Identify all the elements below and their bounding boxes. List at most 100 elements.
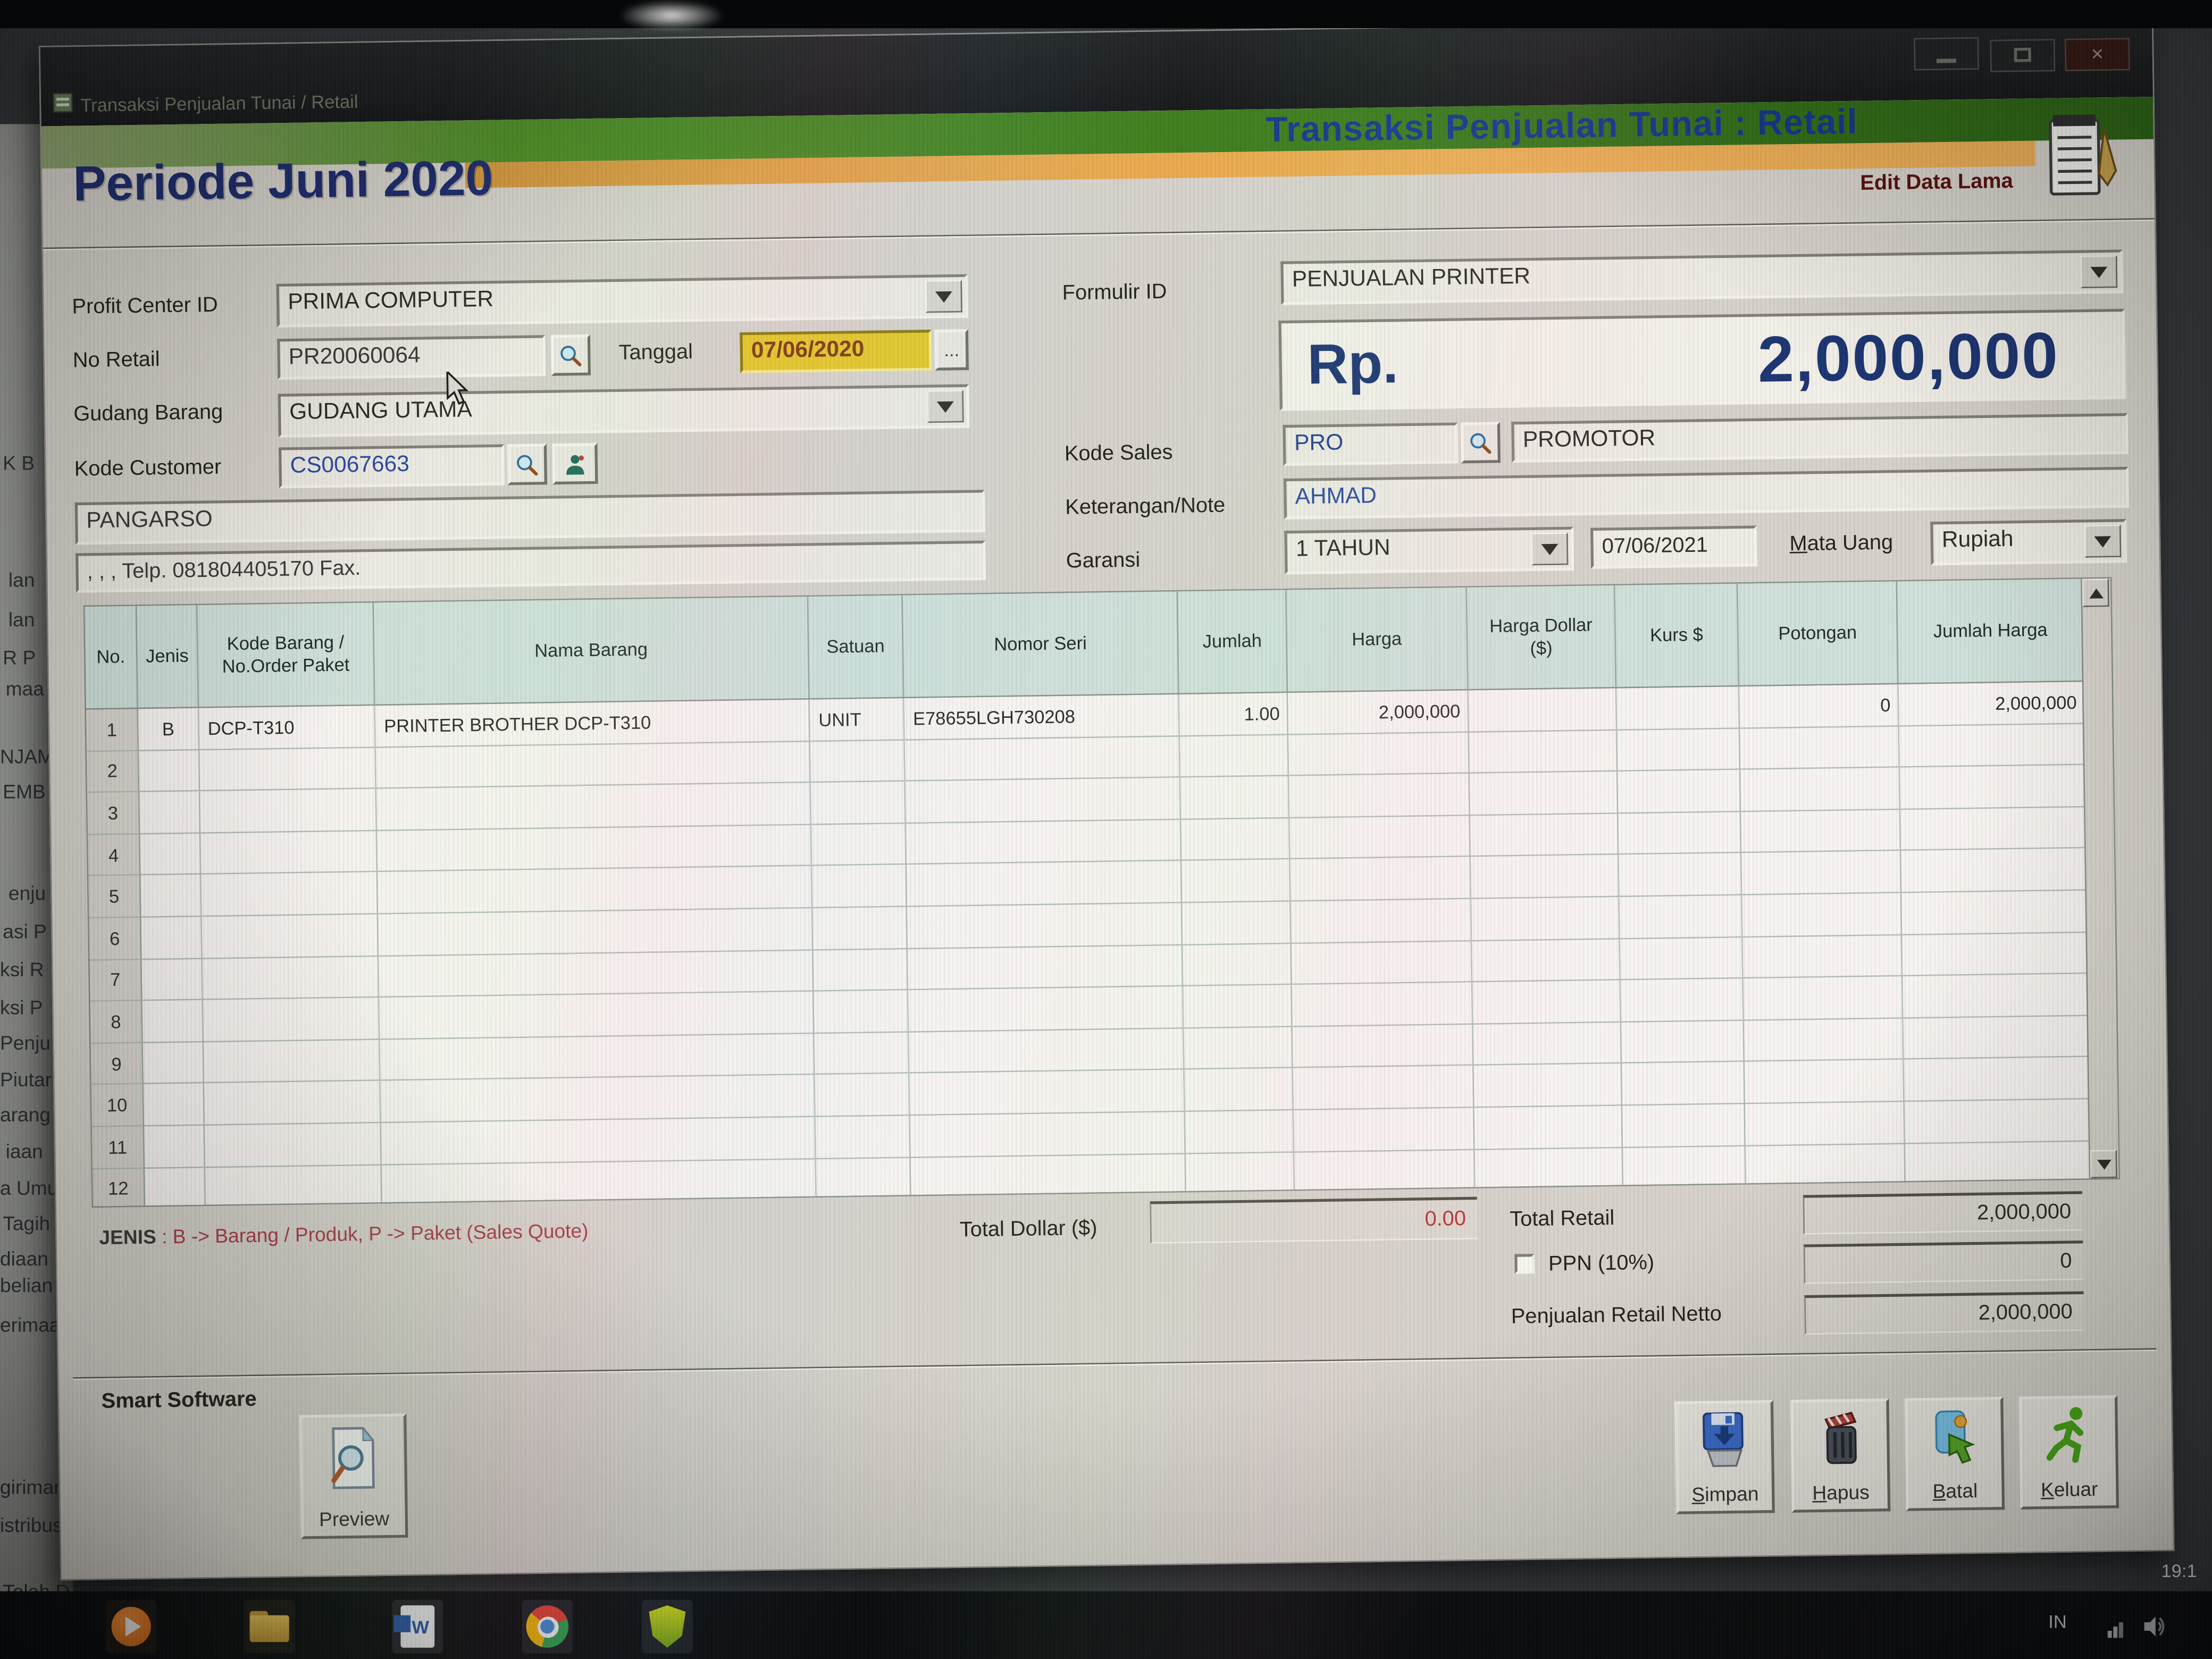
grid-cell[interactable]: 2,000,000 (1899, 682, 2085, 726)
column-header[interactable]: Jumlah Harga (1897, 579, 2085, 683)
column-header[interactable]: Satuan (808, 596, 904, 698)
simpan-button[interactable]: Simpan (1674, 1400, 1775, 1514)
profit-center-select[interactable]: PRIMA COMPUTER (276, 274, 968, 328)
grid-cell[interactable] (381, 1117, 816, 1165)
grid-cell[interactable] (1742, 893, 1903, 937)
column-header[interactable]: Harga (1286, 588, 1468, 692)
sales-code-input[interactable]: PRO (1283, 423, 1458, 466)
grid-cell[interactable] (816, 1158, 911, 1201)
grid-cell[interactable] (1291, 857, 1472, 901)
grid-cell[interactable] (1744, 1018, 1904, 1062)
grid-cell[interactable] (1292, 941, 1473, 985)
garansi-select[interactable]: 1 TAHUN (1284, 527, 1574, 575)
grid-cell[interactable] (1294, 1108, 1475, 1152)
shield-icon[interactable] (642, 1600, 693, 1654)
grid-cell[interactable]: DCP-T310 (199, 706, 376, 750)
grid-cell[interactable] (1469, 730, 1618, 774)
grid-cell[interactable] (1180, 776, 1289, 819)
grid-cell[interactable] (1471, 897, 1620, 941)
grid-cell[interactable] (1623, 1146, 1746, 1189)
customer-contact-field[interactable]: , , , Telp. 081804405170 Fax. (76, 541, 986, 593)
word-document-icon[interactable]: W (392, 1600, 443, 1654)
hapus-button[interactable]: Hapus (1790, 1398, 1891, 1513)
grid-cell[interactable] (1181, 818, 1290, 861)
grid-cell[interactable] (1293, 1066, 1474, 1110)
chrome-icon[interactable] (522, 1600, 573, 1654)
column-header[interactable]: No. (85, 606, 138, 708)
grid-cell[interactable] (1905, 1141, 2092, 1185)
grid-cell[interactable] (1291, 899, 1472, 943)
grid-cell[interactable] (204, 1082, 381, 1126)
grid-cell[interactable] (376, 783, 811, 831)
row-number-cell[interactable]: 2 (87, 751, 139, 793)
grid-cell[interactable] (814, 991, 909, 1034)
grid-cell[interactable] (815, 1074, 910, 1117)
column-header[interactable]: Kurs $ (1615, 584, 1739, 687)
grid-cell[interactable]: UNIT (810, 698, 905, 741)
grid-cell[interactable] (376, 741, 811, 789)
maximize-button[interactable] (1989, 38, 2055, 72)
keluar-button[interactable]: Keluar (2018, 1395, 2119, 1510)
grid-cell[interactable] (1899, 724, 2086, 768)
row-number-cell[interactable]: 4 (88, 834, 140, 877)
grid-cell[interactable] (143, 1042, 204, 1085)
grid-cell[interactable] (911, 1154, 1186, 1200)
grid-cell[interactable] (1185, 1069, 1294, 1112)
grid-cell[interactable]: 0 (1739, 684, 1899, 728)
grid-cell[interactable] (1620, 937, 1744, 981)
row-number-cell[interactable]: 5 (88, 876, 141, 918)
chevron-down-icon[interactable] (925, 280, 962, 313)
grid-cell[interactable] (142, 959, 203, 1001)
grid-cell[interactable] (1182, 860, 1291, 903)
grid-cell[interactable] (1622, 1062, 1745, 1106)
row-number-cell[interactable]: 1 (86, 709, 139, 751)
grid-cell[interactable] (1185, 1110, 1294, 1153)
grid-cell[interactable]: E78655LGH730208 (904, 694, 1180, 740)
chevron-down-icon[interactable] (927, 390, 964, 423)
grid-cell[interactable] (1292, 983, 1473, 1027)
grid-cell[interactable] (379, 950, 814, 998)
grid-cell[interactable] (812, 907, 908, 950)
grid-cell[interactable] (1473, 1023, 1622, 1066)
scroll-up-button[interactable] (2082, 579, 2109, 607)
ppn-checkbox[interactable] (1514, 1254, 1535, 1274)
grid-cell[interactable] (203, 956, 380, 1000)
grid-cell[interactable] (1470, 814, 1619, 857)
grid-cell[interactable]: 2,000,000 (1288, 690, 1469, 734)
grid-cell[interactable] (1740, 726, 1900, 770)
tanggal-input[interactable]: 07/06/2020 (740, 330, 932, 373)
grid-cell[interactable] (1617, 728, 1740, 772)
column-header[interactable]: Nomor Seri (903, 591, 1179, 697)
scroll-down-button[interactable] (2090, 1150, 2117, 1178)
grid-cell[interactable] (1289, 816, 1471, 860)
grid-cell[interactable] (145, 1167, 206, 1208)
grid-cell[interactable] (1905, 1099, 2091, 1143)
row-number-cell[interactable]: 11 (92, 1126, 145, 1169)
grid-cell[interactable] (1474, 1064, 1623, 1108)
grid-cell[interactable] (1184, 1027, 1293, 1070)
grid-cell[interactable] (1184, 985, 1293, 1028)
row-number-cell[interactable]: 10 (91, 1085, 144, 1127)
grid-cell[interactable] (1745, 1102, 1905, 1146)
grid-cell[interactable] (1470, 772, 1619, 816)
grid-cell[interactable] (378, 867, 812, 915)
grid-cell[interactable]: PRINTER BROTHER DCP-T310 (375, 700, 810, 748)
grid-cell[interactable] (139, 750, 200, 792)
chevron-down-icon[interactable] (2084, 525, 2122, 558)
grid-cell[interactable] (1180, 735, 1289, 778)
date-picker-button[interactable]: ... (934, 329, 969, 371)
grid-cell[interactable] (382, 1159, 817, 1206)
grid-cell[interactable] (1741, 851, 1901, 895)
grid-cell[interactable] (205, 1123, 382, 1167)
grid-cell[interactable] (1622, 1104, 1746, 1147)
grid-cell[interactable] (1471, 856, 1620, 899)
row-number-cell[interactable]: 3 (87, 792, 140, 835)
column-header[interactable]: Nama Barang (374, 597, 810, 704)
search-sales-button[interactable] (1461, 422, 1501, 463)
grid-cell[interactable] (811, 782, 906, 825)
grid-cell[interactable] (1289, 774, 1470, 818)
folder-icon[interactable] (244, 1600, 295, 1654)
grid-cell[interactable] (1743, 935, 1903, 979)
grid-cell[interactable] (1904, 1016, 2090, 1060)
grid-cell[interactable] (815, 1032, 910, 1075)
